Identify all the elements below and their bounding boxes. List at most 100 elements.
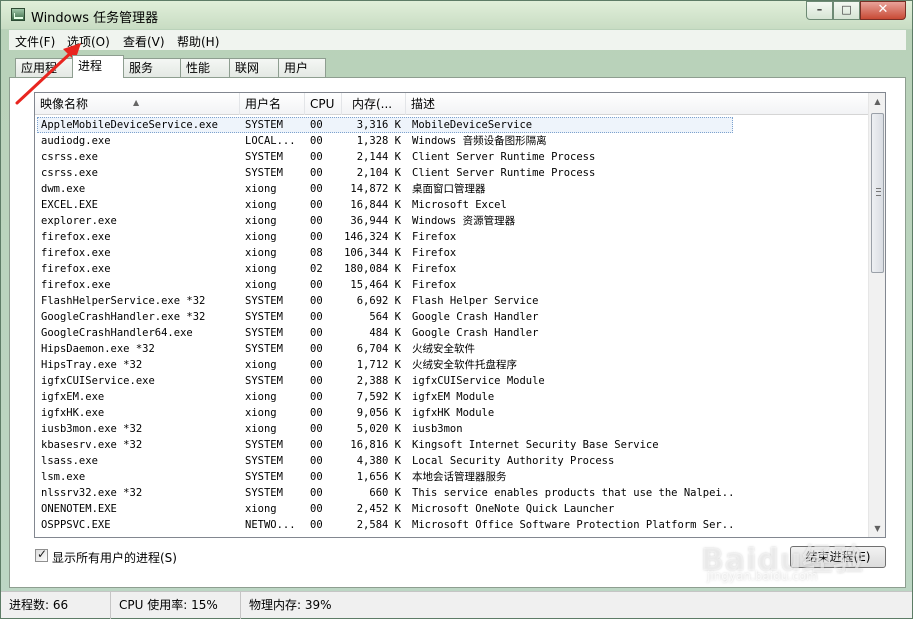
column-header-description[interactable]: 描述 — [406, 93, 869, 115]
process-user: xiong — [245, 279, 277, 291]
process-user: SYSTEM — [245, 167, 283, 179]
process-row[interactable]: firefox.exe xiong 00 15,464 K Firefox — [35, 277, 869, 293]
process-row[interactable]: OSPPSVC.EXE NETWO... 00 2,584 K Microsoft Of… — [35, 517, 869, 533]
process-name: HipsDaemon.exe *32 — [41, 343, 155, 355]
process-description: Local Security Authority Process — [412, 455, 615, 467]
checkmark-icon: ✓ — [37, 547, 48, 561]
process-description: Microsoft Office Software Protection Pla… — [412, 519, 732, 531]
process-description: 火绒安全软件托盘程序 — [412, 359, 517, 371]
process-name: explorer.exe — [41, 215, 117, 227]
column-header-cpu[interactable]: CPU — [305, 93, 342, 115]
process-memory: 1,328 K — [356, 135, 401, 147]
processes-panel: 映像名称 ▲ 用户名 CPU 内存(... 描述 AppleMobileDevi… — [9, 77, 906, 588]
process-row[interactable]: kbasesrv.exe *32 SYSTEM 00 16,816 K Kingsoft… — [35, 437, 869, 453]
process-description: 桌面窗口管理器 — [412, 183, 486, 195]
process-row[interactable]: nlssrv32.exe *32 SYSTEM 00 660 K This servic… — [35, 485, 869, 501]
process-cpu: 00 — [310, 343, 323, 355]
process-cpu: 00 — [310, 135, 323, 147]
process-cpu: 00 — [310, 359, 323, 371]
process-row[interactable]: ONENOTEM.EXE xiong 00 2,452 K Microsoft OneN… — [35, 501, 869, 517]
process-row[interactable]: EXCEL.EXE xiong 00 16,844 K Microsoft Excel — [35, 197, 869, 213]
process-cpu: 00 — [310, 279, 323, 291]
process-memory: 180,084 K — [344, 263, 401, 275]
process-row[interactable]: lsass.exe SYSTEM 00 4,380 K Local Security A… — [35, 453, 869, 469]
process-user: xiong — [245, 183, 277, 195]
tab-users[interactable]: 用户 — [278, 58, 326, 78]
status-cpu-usage: CPU 使用率: 15% — [111, 592, 241, 619]
process-memory: 5,020 K — [356, 423, 401, 435]
process-row[interactable]: igfxHK.exe xiong 00 9,056 K igfxHK Module — [35, 405, 869, 421]
menu-help[interactable]: 帮助(H) — [177, 33, 219, 50]
tab-processes[interactable]: 进程 — [72, 55, 124, 78]
process-memory: 15,464 K — [350, 279, 401, 291]
process-row[interactable]: audiodg.exe LOCAL... 00 1,328 K Windows 音频设备… — [35, 133, 869, 149]
process-row[interactable]: csrss.exe SYSTEM 00 2,144 K Client Server Ru… — [35, 149, 869, 165]
process-description: Kingsoft Internet Security Base Service — [412, 439, 659, 451]
vertical-scrollbar[interactable]: ▲ ▼ — [868, 93, 885, 537]
tab-strip: 应用程序 进程 服务 性能 联网 用户 — [15, 55, 905, 93]
process-memory: 3,316 K — [356, 119, 401, 131]
process-row[interactable]: GoogleCrashHandler64.exe SYSTEM 00 484 K Goo… — [35, 325, 869, 341]
process-name: FlashHelperService.exe *32 — [41, 295, 206, 307]
process-row[interactable]: firefox.exe xiong 00 146,324 K Firefox — [35, 229, 869, 245]
title-bar[interactable]: Windows 任务管理器 – □ ✕ — [1, 1, 912, 29]
tab-performance[interactable]: 性能 — [180, 58, 230, 78]
process-cpu: 00 — [310, 455, 323, 467]
scrollbar-thumb[interactable] — [871, 113, 884, 273]
process-cpu: 00 — [310, 487, 323, 499]
process-name: EXCEL.EXE — [41, 199, 98, 211]
process-memory: 6,692 K — [356, 295, 401, 307]
process-row[interactable]: explorer.exe xiong 00 36,944 K Windows 资源管理器 — [35, 213, 869, 229]
process-user: SYSTEM — [245, 471, 283, 483]
tab-networking[interactable]: 联网 — [229, 58, 279, 78]
process-user: SYSTEM — [245, 151, 283, 163]
minimize-button[interactable]: – — [806, 1, 833, 20]
process-row[interactable]: firefox.exe xiong 02 180,084 K Firefox — [35, 261, 869, 277]
scroll-up-icon[interactable]: ▲ — [869, 93, 885, 110]
process-list[interactable]: 映像名称 ▲ 用户名 CPU 内存(... 描述 AppleMobileDevi… — [34, 92, 886, 538]
maximize-button[interactable]: □ — [833, 1, 860, 20]
process-description: igfxEM Module — [412, 391, 495, 403]
process-user: LOCAL... — [245, 135, 296, 147]
process-user: SYSTEM — [245, 295, 283, 307]
process-memory: 7,592 K — [356, 391, 401, 403]
process-user: xiong — [245, 391, 277, 403]
process-description: igfxCUIService Module — [412, 375, 545, 387]
process-user: xiong — [245, 199, 277, 211]
process-row[interactable]: igfxCUIService.exe SYSTEM 00 2,388 K igfxCUI… — [35, 373, 869, 389]
column-header-user[interactable]: 用户名 — [240, 93, 305, 115]
process-memory: 146,324 K — [344, 231, 401, 243]
process-row[interactable]: iusb3mon.exe *32 xiong 00 5,020 K iusb3mon — [35, 421, 869, 437]
process-memory: 564 K — [369, 311, 401, 323]
process-row[interactable]: HipsDaemon.exe *32 SYSTEM 00 6,704 K 火绒安全软件 — [35, 341, 869, 357]
menu-view[interactable]: 查看(V) — [123, 33, 165, 50]
process-user: xiong — [245, 231, 277, 243]
column-header-memory[interactable]: 内存(... — [342, 93, 406, 115]
process-row[interactable]: igfxEM.exe xiong 00 7,592 K igfxEM Module — [35, 389, 869, 405]
close-icon: ✕ — [877, 2, 889, 17]
minimize-icon: – — [816, 3, 823, 16]
process-row[interactable]: AppleMobileDeviceService.exe SYSTEM 00 3,31… — [35, 117, 869, 133]
process-memory: 2,584 K — [356, 519, 401, 531]
status-bar: 进程数: 66 CPU 使用率: 15% 物理内存: 39% — [1, 591, 912, 619]
process-row[interactable]: dwm.exe xiong 00 14,872 K 桌面窗口管理器 — [35, 181, 869, 197]
process-row[interactable]: FlashHelperService.exe *32 SYSTEM 00 6,692 … — [35, 293, 869, 309]
process-row[interactable]: HipsTray.exe *32 xiong 00 1,712 K 火绒安全软件托盘程序 — [35, 357, 869, 373]
process-row[interactable]: firefox.exe xiong 08 106,344 K Firefox — [35, 245, 869, 261]
process-name: firefox.exe — [41, 279, 111, 291]
process-description: Microsoft Excel — [412, 199, 507, 211]
process-cpu: 08 — [310, 247, 323, 259]
process-cpu: 00 — [310, 151, 323, 163]
process-memory: 9,056 K — [356, 407, 401, 419]
show-all-users-checkbox[interactable]: ✓ — [35, 547, 48, 562]
process-row[interactable]: csrss.exe SYSTEM 00 2,104 K Client Server Ru… — [35, 165, 869, 181]
close-button[interactable]: ✕ — [860, 1, 906, 20]
process-name: csrss.exe — [41, 167, 98, 179]
process-cpu: 00 — [310, 423, 323, 435]
tab-services[interactable]: 服务 — [123, 58, 181, 78]
scroll-grip-icon — [876, 188, 881, 196]
scroll-down-icon[interactable]: ▼ — [869, 520, 885, 537]
process-list-header: 映像名称 ▲ 用户名 CPU 内存(... 描述 — [35, 93, 869, 115]
process-row[interactable]: GoogleCrashHandler.exe *32 SYSTEM 00 564 K G… — [35, 309, 869, 325]
process-row[interactable]: lsm.exe SYSTEM 00 1,656 K 本地会话管理器服务 — [35, 469, 869, 485]
